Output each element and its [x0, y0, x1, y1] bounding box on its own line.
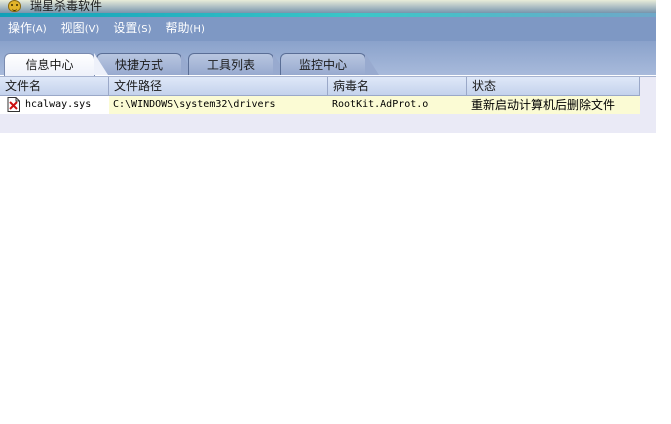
menu-view[interactable]: 视图(V) — [61, 18, 100, 40]
tab-shortcuts[interactable]: 快捷方式 — [96, 53, 195, 75]
column-header-path[interactable]: 文件路径 — [109, 77, 328, 95]
column-header-virus[interactable]: 病毒名 — [328, 77, 467, 95]
menu-operation[interactable]: 操作(A) — [8, 18, 47, 40]
menu-help[interactable]: 帮助(H) — [166, 18, 205, 40]
title-bar: 瑞星杀毒软件 — [0, 0, 656, 14]
table-row[interactable]: hcalway.sys C:\WINDOWS\system32\drivers … — [0, 96, 640, 114]
menu-settings[interactable]: 设置(S) — [113, 18, 151, 40]
window-title: 瑞星杀毒软件 — [30, 0, 103, 13]
tab-tools-list[interactable]: 工具列表 — [188, 53, 287, 75]
cell-status: 重新启动计算机后删除文件 — [467, 96, 640, 114]
tab-strip: 信息中心 快捷方式 工具列表 监控中心 — [0, 41, 656, 76]
menu-bar: 操作(A) 视图(V) 设置(S) 帮助(H) — [0, 17, 656, 41]
column-header-status[interactable]: 状态 — [467, 77, 640, 95]
cell-virus-name: RootKit.AdProt.o — [328, 96, 467, 114]
virus-log-table: 文件名 文件路径 病毒名 状态 hcalway.sys C:\WINDOWS\s… — [0, 76, 656, 133]
table-header: 文件名 文件路径 病毒名 状态 — [0, 77, 640, 96]
tab-monitor-center[interactable]: 监控中心 — [280, 53, 379, 75]
tab-info-center[interactable]: 信息中心 — [4, 53, 108, 76]
column-header-filename[interactable]: 文件名 — [0, 77, 109, 95]
antivirus-window: 瑞星杀毒软件 操作(A) 视图(V) 设置(S) 帮助(H) 信息中心 快捷方式… — [0, 0, 656, 133]
app-icon — [8, 0, 21, 12]
cell-path: C:\WINDOWS\system32\drivers — [109, 96, 328, 114]
infected-file-icon — [7, 97, 20, 112]
